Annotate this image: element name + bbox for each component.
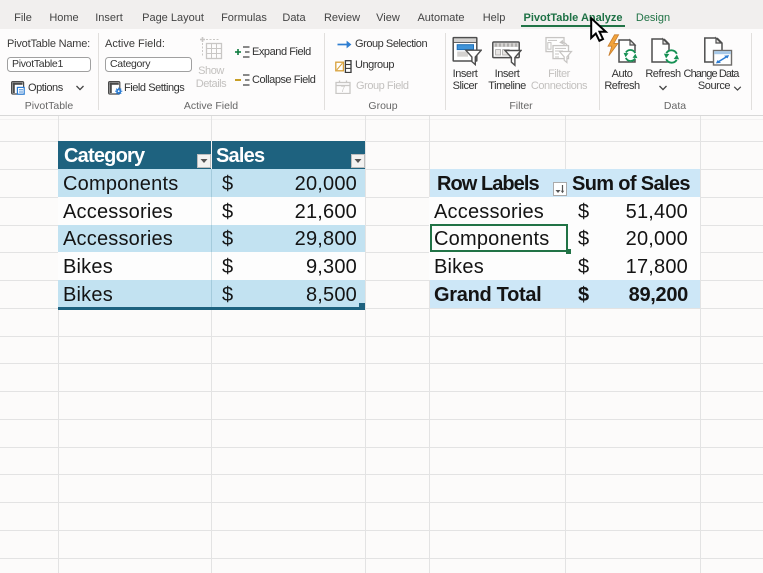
svg-text:7: 7 [341,85,346,94]
